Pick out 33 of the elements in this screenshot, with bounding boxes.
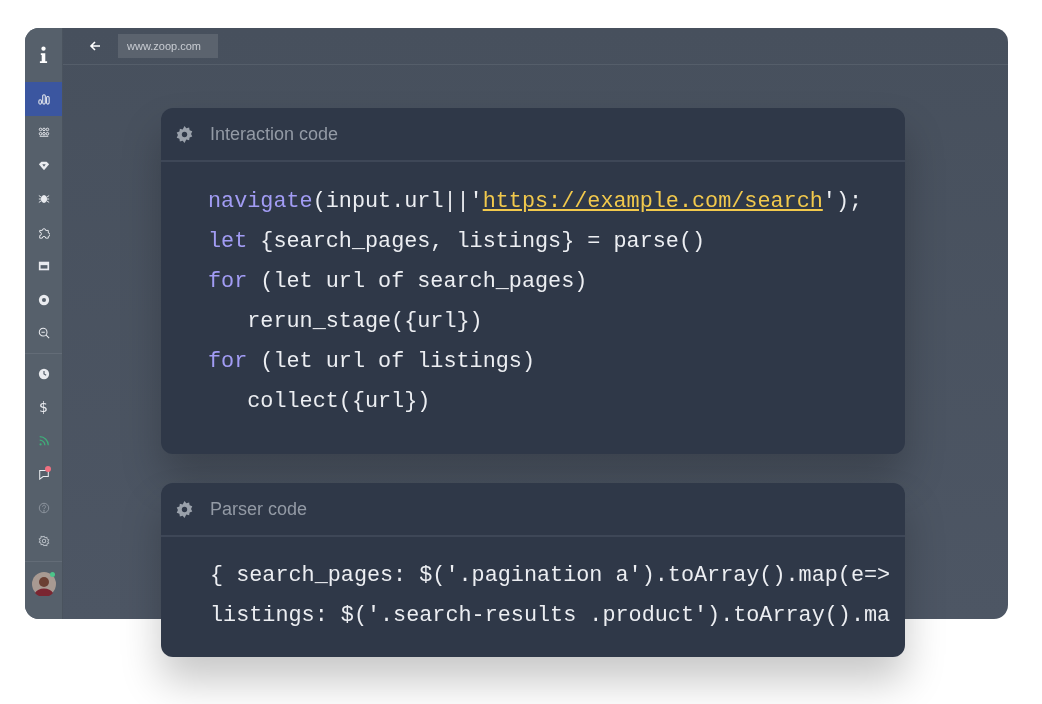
bar-chart-icon: [37, 92, 50, 105]
code-line: let {search_pages, listings} = parse(): [208, 228, 706, 256]
code-line: rerun_stage({url}): [246, 308, 483, 336]
back-arrow-icon[interactable]: [89, 40, 101, 52]
diamond-icon: [37, 159, 50, 172]
chat-icon: [37, 468, 50, 481]
circle-icon: [37, 293, 50, 306]
info-logo-icon: [39, 46, 48, 64]
card-title: Interaction code: [210, 123, 339, 145]
rss-icon: [37, 434, 50, 447]
code-link[interactable]: https://example.com/search: [482, 189, 823, 214]
card-title: Parser code: [210, 498, 308, 520]
code-line: listings: $('.search-results .product').toArray().ma: [210, 602, 891, 630]
sidebar-item[interactable]: $: [25, 390, 62, 424]
code-line: navigate(input.url||'https://example.com/search');: [208, 188, 863, 216]
code-line: { search_pages: $('.pagination a').toArray().map(e=>: [210, 562, 891, 590]
puzzle-icon: [37, 226, 50, 239]
grid-icon: [37, 126, 50, 139]
settings-icon[interactable]: [176, 500, 193, 518]
bug-icon: [37, 193, 50, 206]
avatar[interactable]: [31, 572, 56, 596]
window-icon: [37, 260, 50, 273]
sidebar-item[interactable]: [25, 82, 62, 116]
url-field[interactable]: www.zoop.com: [118, 34, 218, 58]
code-line: for (let url of search_pages): [208, 268, 588, 296]
code-line: collect({url}): [246, 388, 431, 416]
status-dot: [50, 572, 55, 577]
clock-icon: [37, 367, 50, 380]
code-line: for (let url of listings): [208, 348, 536, 376]
zoom-out-icon: [37, 327, 50, 340]
settings-icon: [37, 535, 50, 548]
settings-icon[interactable]: [176, 125, 193, 143]
help-icon: [37, 501, 50, 514]
